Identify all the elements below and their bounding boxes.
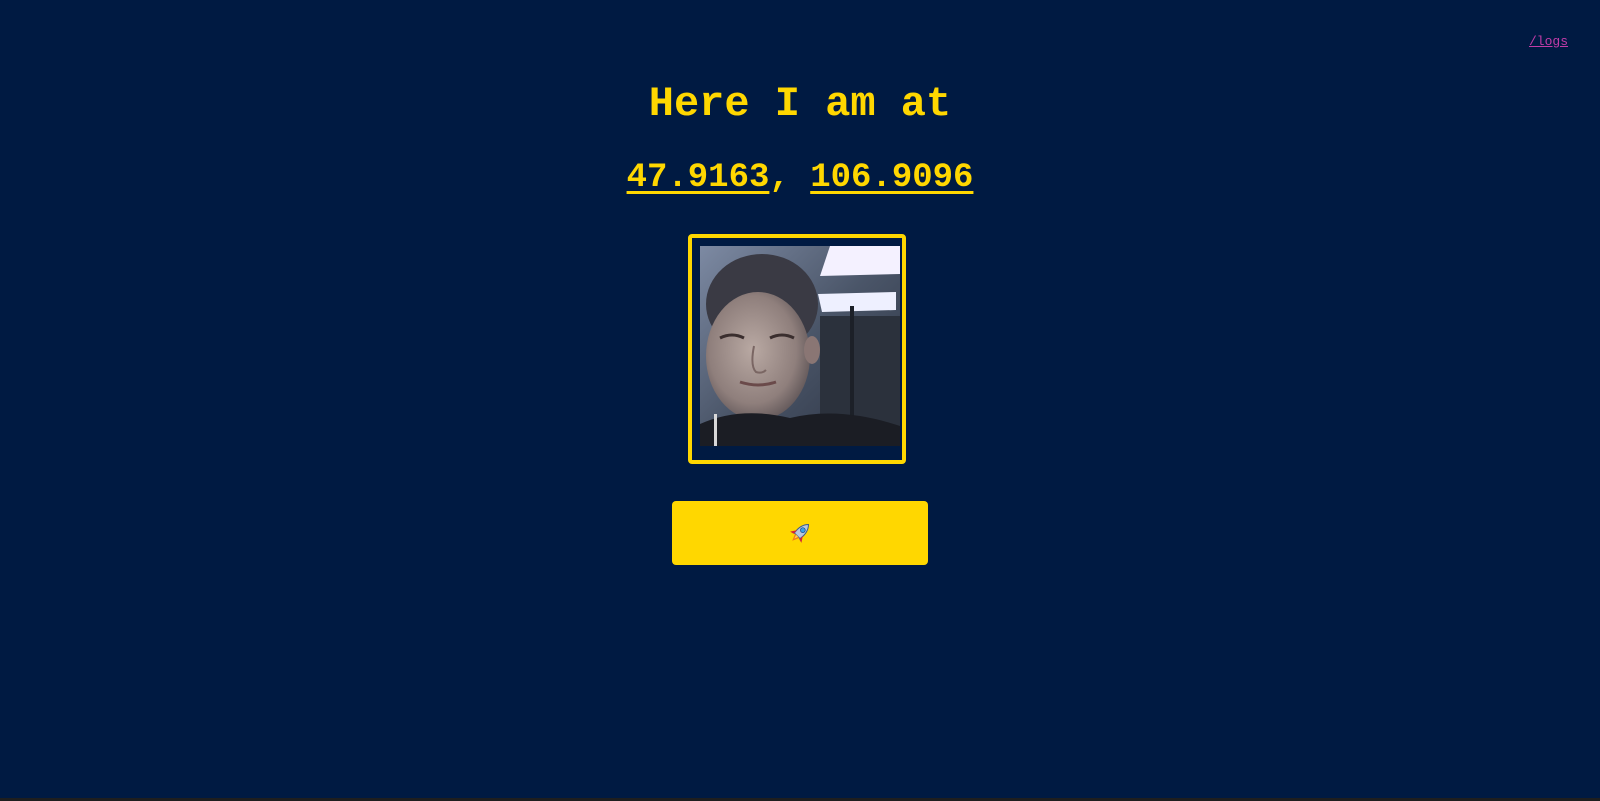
logs-link[interactable]: /logs [1529,34,1568,49]
coordinates: 47.9163, 106.9096 [0,155,1600,201]
webcam-photo-illustration [700,246,900,446]
coordinate-separator: , [769,159,790,197]
page-title: Here I am at [648,80,952,128]
longitude-link[interactable]: 106.9096 [810,159,973,197]
launch-button[interactable] [672,501,928,565]
webcam-photo [700,246,900,446]
rocket-icon [790,524,809,543]
photo-frame [688,234,906,464]
latitude-link[interactable]: 47.9163 [627,159,770,197]
